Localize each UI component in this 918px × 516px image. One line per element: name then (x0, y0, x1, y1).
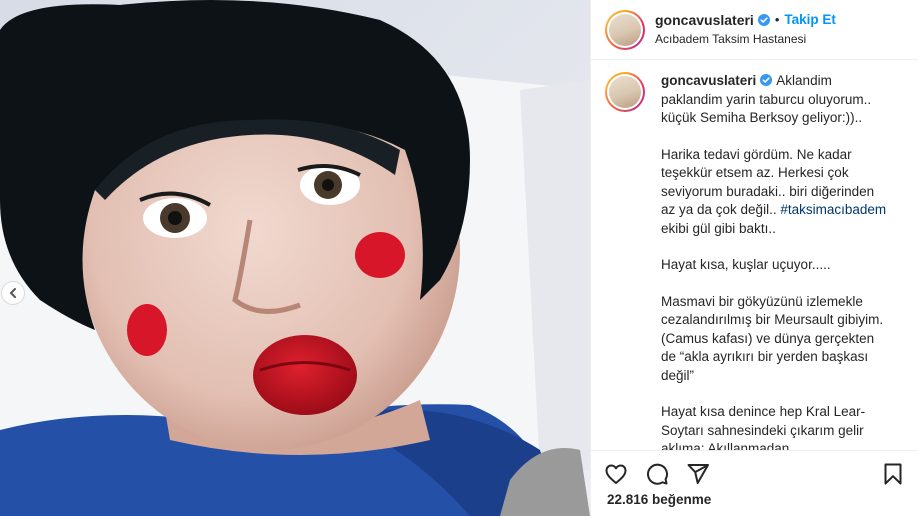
bookmark-icon (884, 463, 902, 485)
post-location[interactable]: Acıbadem Taksim Hastanesi (655, 32, 836, 48)
hashtag-link[interactable]: #taksimacıbadem (780, 202, 886, 217)
post-header: goncavuslateri • Takip Et Acıbadem Taksi… (591, 0, 918, 60)
caption-section: goncavuslateri Aklandim paklandim yarin t… (591, 72, 918, 450)
caption-paragraph-3: Hayat kısa, kuşlar uçuyor..... (661, 257, 831, 272)
post-photo[interactable] (0, 0, 590, 516)
share-icon (687, 464, 709, 484)
caption-paragraph-2-end: ekibi gül gibi baktı.. (661, 220, 776, 236)
comment-button[interactable] (644, 461, 670, 487)
caption-paragraph-4: Masmavi bir gökyüzünü izlemekle cezaland… (661, 293, 884, 383)
chevron-left-icon (10, 288, 16, 298)
save-button[interactable] (880, 461, 906, 487)
verified-badge-icon (760, 74, 773, 86)
caption-paragraph-5: Hayat kısa denince hep Kral Lear-Soytarı… (661, 404, 866, 450)
previous-image-button[interactable] (1, 281, 25, 305)
share-button[interactable] (685, 461, 711, 487)
author-avatar[interactable] (605, 9, 645, 50)
separator-dot: • (774, 11, 780, 27)
caption-text: goncavuslateri Aklandim paklandim yarin t… (661, 72, 891, 450)
heart-icon (605, 464, 627, 484)
caption-author-avatar[interactable] (605, 72, 645, 112)
likes-count[interactable]: 22.816 beğenme (591, 492, 918, 507)
action-bar: 22.816 beğenme (591, 450, 918, 507)
verified-badge-icon (757, 14, 770, 27)
selfie-image (0, 0, 590, 516)
comment-icon (647, 463, 669, 485)
caption-username[interactable]: goncavuslateri (661, 73, 756, 88)
follow-button[interactable]: Takip Et (784, 11, 836, 29)
like-button[interactable] (603, 461, 629, 487)
post-side-panel: goncavuslateri • Takip Et Acıbadem Taksi… (590, 0, 918, 516)
author-username[interactable]: goncavuslateri (655, 11, 754, 29)
